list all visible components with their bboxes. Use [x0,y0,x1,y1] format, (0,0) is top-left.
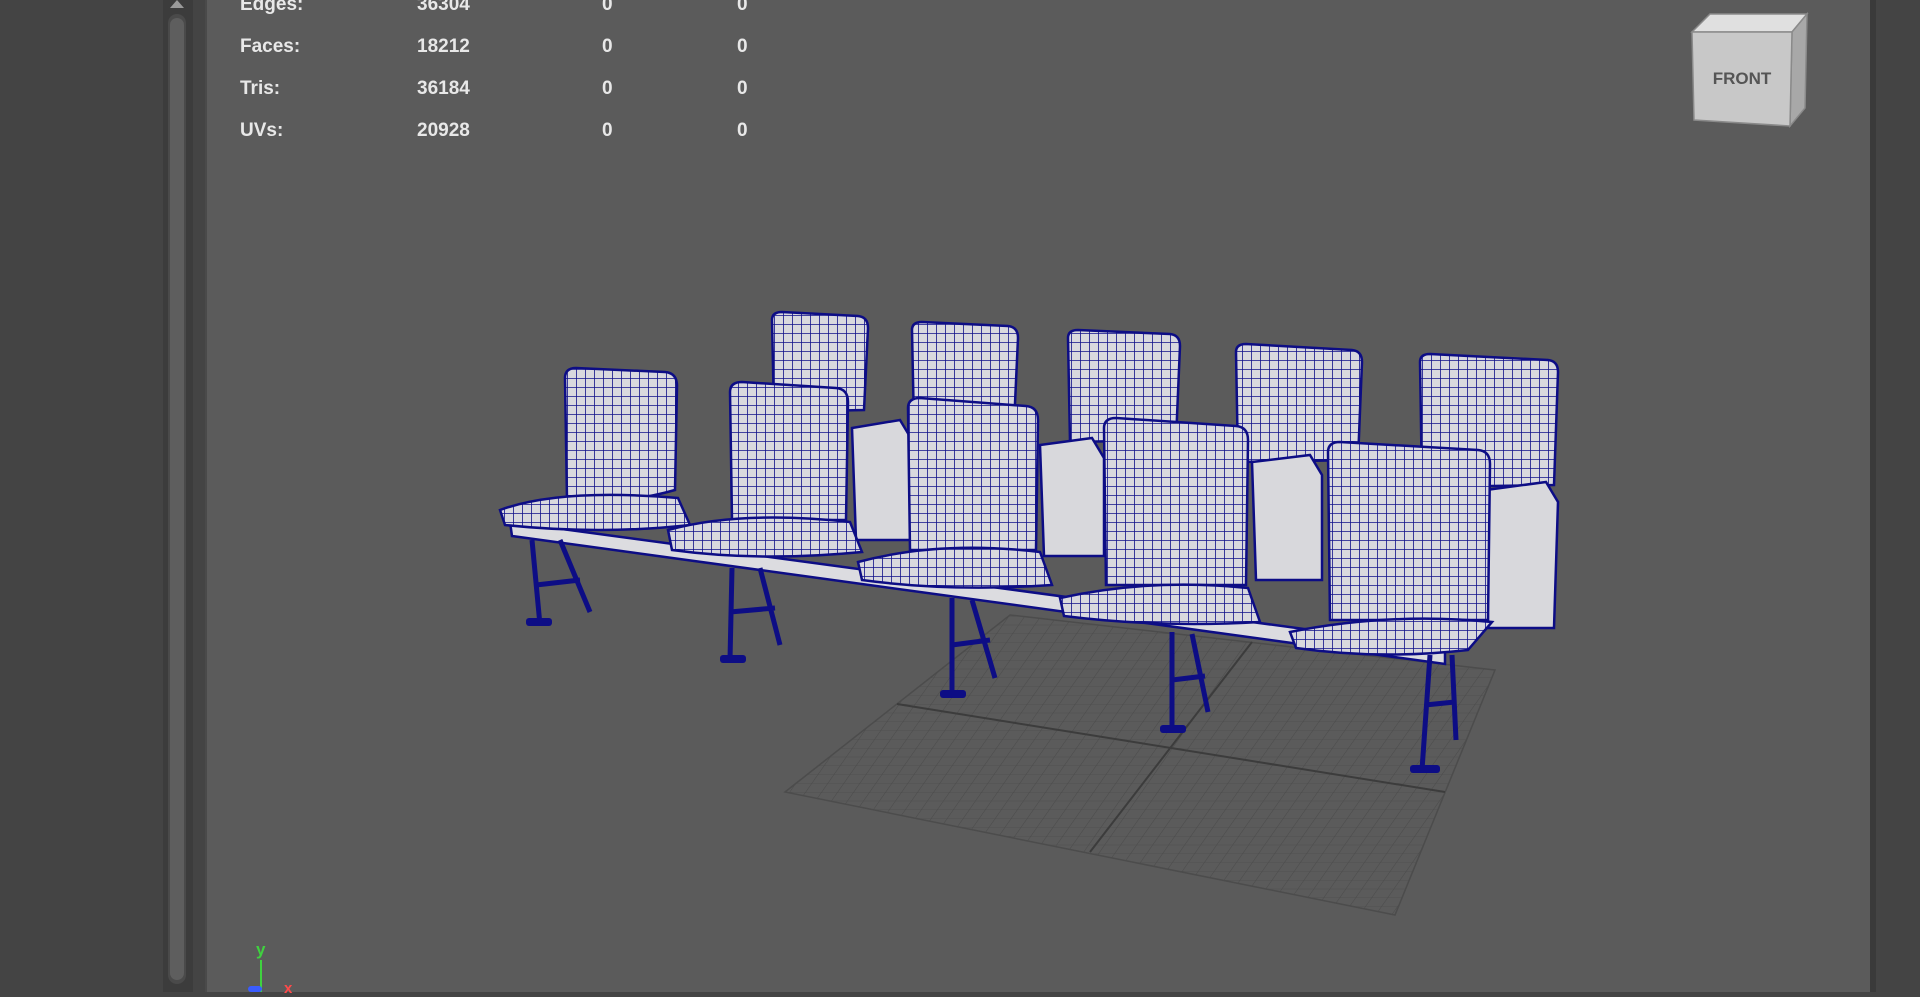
viewcube-front-label[interactable]: FRONT [1713,69,1772,88]
axis-indicator: y x [236,940,316,997]
wireframe-scene[interactable] [0,0,1920,992]
axis-z-marker [248,986,262,992]
axis-y-label: y [256,940,266,959]
ground-grid [783,614,1497,916]
viewcube[interactable]: FRONT [1682,8,1812,133]
axis-x-label: x [284,980,293,997]
